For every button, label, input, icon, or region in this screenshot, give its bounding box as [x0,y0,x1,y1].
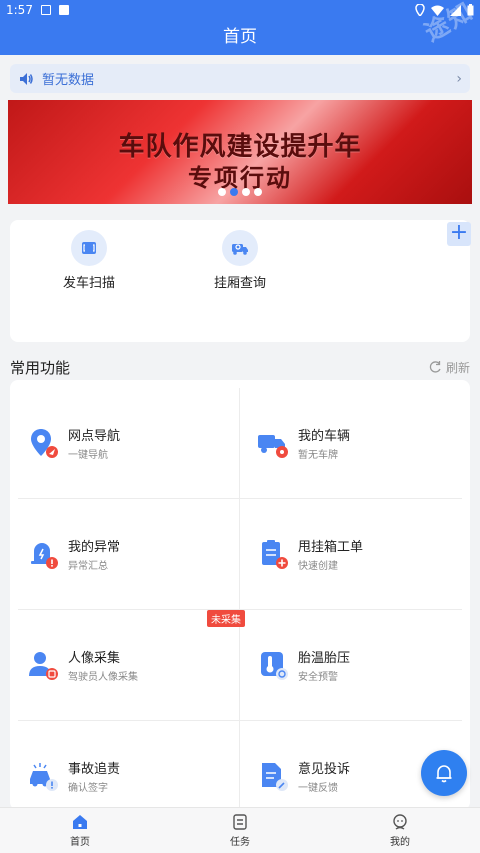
chevron-right-icon: › [456,70,462,87]
function-title: 事故追责 [68,762,121,777]
banner-dot-active[interactable] [230,188,238,196]
add-shortcut-button[interactable]: + [447,222,471,246]
car-accident-icon [30,763,58,791]
banner-dot[interactable] [242,188,250,196]
bottom-tab-bar: 首页 任务 我的 [0,807,480,853]
banner-dot[interactable] [254,188,262,196]
function-subtitle: 确认签字 [68,783,108,794]
page-title: 首页 [223,27,257,47]
quick-action-scan[interactable]: 发车扫描 [39,230,139,291]
task-icon [233,814,247,830]
tab-profile[interactable]: 我的 [320,808,480,853]
notice-bar[interactable]: 暂无数据 › [10,64,470,93]
status-bar: 1:57 [0,0,480,20]
function-my-vehicle[interactable]: 我的车辆 暂无车牌 [256,425,350,461]
function-feedback[interactable]: 意见投诉 一键反馈 [256,758,350,794]
function-my-exceptions[interactable]: 我的异常 异常汇总 [26,536,120,572]
promo-banner[interactable]: 车队作风建设提升年 专项行动 [8,100,472,204]
function-portrait-capture[interactable]: 人像采集 驾驶员人像采集 [26,647,138,683]
function-subtitle: 安全预警 [298,672,338,683]
grid-divider [18,498,462,499]
function-title: 胎温胎压 [298,651,351,666]
not-collected-badge: 未采集 [207,610,245,627]
banner-pagination [8,188,472,196]
function-title: 甩挂箱工单 [298,540,364,555]
tab-tasks[interactable]: 任务 [160,808,320,853]
section-title: 常用功能 [10,358,71,377]
function-accident-liability[interactable]: 事故追责 确认签字 [26,758,120,794]
truck-search-icon [222,230,258,266]
scan-icon [71,230,107,266]
function-title: 网点导航 [68,429,121,444]
quick-actions-card: 发车扫描 挂厢查询 [10,220,470,342]
function-subtitle: 快速创建 [298,561,338,572]
notification-fab[interactable] [421,750,467,796]
feedback-icon [262,763,288,791]
function-subtitle: 异常汇总 [68,561,108,572]
function-subtitle: 一键反馈 [298,783,338,794]
speaker-icon [20,72,33,85]
location-nav-icon [31,429,58,458]
banner-dot[interactable] [218,188,226,196]
tab-label: 任务 [230,837,250,848]
quick-action-label: 发车扫描 [62,276,115,291]
function-trailer-order[interactable]: 甩挂箱工单 快速创建 [256,536,363,572]
function-tire-monitor[interactable]: 胎温胎压 安全预警 [256,647,350,683]
tab-label: 首页 [70,837,90,848]
home-icon [73,815,87,829]
function-grid: 网点导航 一键导航 我的车辆 暂无车牌 我的异常 异常汇总 甩挂箱工单 快速创建… [10,380,470,810]
app-header: 1:57 首页 途知 [0,0,480,55]
function-title: 我的异常 [68,540,121,555]
quick-action-trailer-query[interactable]: 挂厢查询 [190,230,290,291]
function-subtitle: 驾驶员人像采集 [68,672,138,683]
notice-text: 暂无数据 [42,73,95,88]
tab-home[interactable]: 首页 [0,808,160,853]
clipboard-add-icon [262,540,288,569]
refresh-icon [429,361,441,373]
alert-icon [31,543,58,569]
function-title: 人像采集 [68,651,121,666]
refresh-label: 刷新 [445,360,470,375]
function-title: 我的车辆 [298,429,351,444]
function-location-nav[interactable]: 网点导航 一键导航 [26,425,120,461]
refresh-button[interactable]: 刷新 [428,359,470,376]
function-subtitle: 一键导航 [68,450,108,461]
profile-icon [393,814,407,830]
person-scan-icon [29,652,58,680]
tab-label: 我的 [390,837,410,848]
grid-divider [18,720,462,721]
status-time: 1:57 [6,3,33,17]
quick-action-label: 挂厢查询 [213,276,266,291]
bell-icon [436,765,452,783]
section-header: 常用功能 刷新 [10,357,470,377]
grid-divider [239,388,240,808]
notification-square-icon [58,5,69,15]
function-title: 意见投诉 [298,762,351,777]
truck-icon [258,435,288,458]
thermometer-icon [261,652,288,680]
notification-a-icon [40,5,51,15]
function-subtitle: 暂无车牌 [298,450,338,461]
